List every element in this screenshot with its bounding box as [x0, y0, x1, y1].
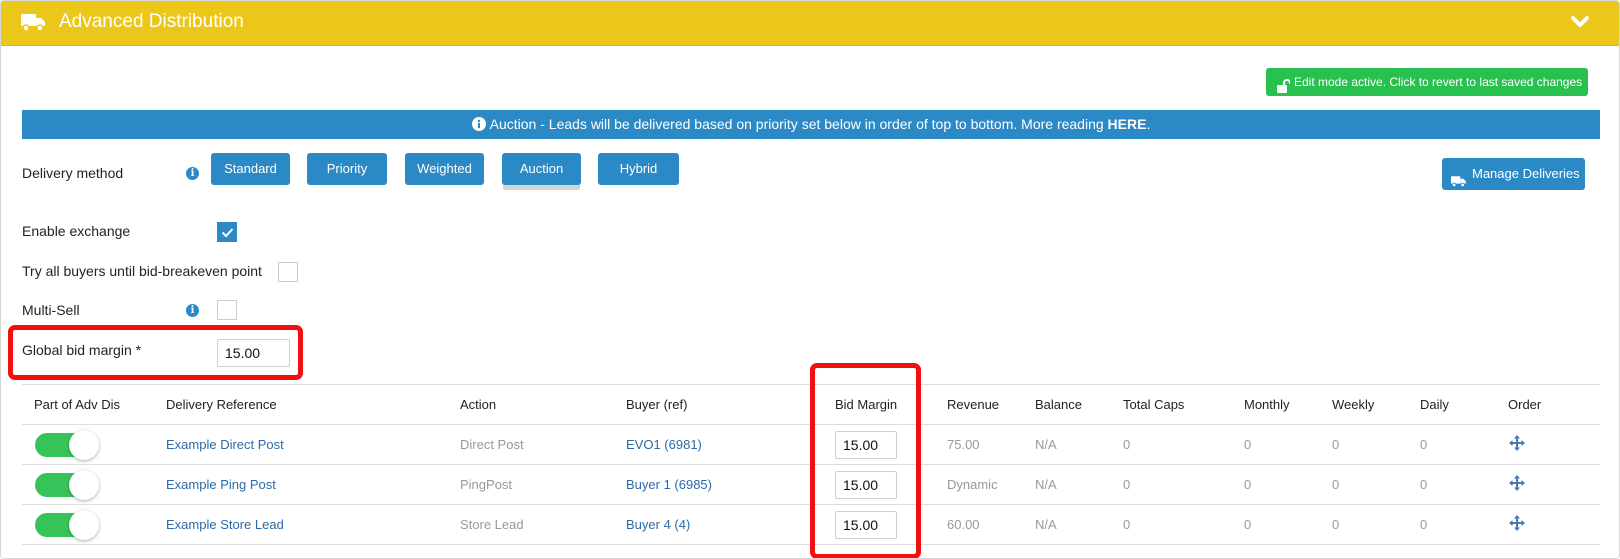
banner-here-link[interactable]: HERE: [1108, 116, 1147, 132]
buyer-ref[interactable]: Buyer 4 (4): [626, 504, 823, 545]
col-action: Action: [460, 384, 626, 425]
panel-title: Advanced Distribution: [59, 11, 244, 32]
balance-cell: N/A: [1035, 504, 1123, 545]
bid-margin-input[interactable]: 15.00: [835, 510, 897, 539]
monthly-cell: 0: [1244, 424, 1332, 465]
multi-sell-label: Multi-Sell: [22, 302, 80, 318]
col-total-caps: Total Caps: [1123, 384, 1244, 425]
action-cell: Direct Post: [460, 424, 626, 465]
unlock-icon: [1276, 75, 1291, 103]
weekly-cell: 0: [1332, 504, 1420, 545]
table-row: Example Store Lead Store Lead Buyer 4 (4…: [22, 504, 1600, 545]
table-row: Example Ping Post PingPost Buyer 1 (6985…: [22, 464, 1600, 505]
move-icon[interactable]: [1508, 514, 1526, 535]
check-icon: [221, 228, 234, 238]
daily-cell: 0: [1420, 504, 1508, 545]
method-hybrid-button[interactable]: Hybrid: [598, 153, 679, 185]
edit-mode-button[interactable]: Edit mode active. Click to revert to las…: [1266, 68, 1588, 96]
balance-cell: N/A: [1035, 464, 1123, 505]
col-bid-margin: Bid Margin: [823, 384, 947, 425]
distribution-table: Part of Adv Dis Delivery Reference Actio…: [22, 384, 1600, 545]
col-weekly: Weekly: [1332, 384, 1420, 425]
col-buyer-ref: Buyer (ref): [626, 384, 823, 425]
global-bid-margin-input[interactable]: 15.00: [217, 339, 290, 367]
revenue-cell: 60.00: [947, 504, 1035, 545]
truck-icon: [1451, 168, 1467, 200]
bid-margin-input[interactable]: 15.00: [835, 430, 897, 459]
manage-deliveries-label: Manage Deliveries: [1472, 166, 1580, 181]
try-all-buyers-checkbox[interactable]: [278, 262, 298, 282]
col-balance: Balance: [1035, 384, 1123, 425]
info-icon: [471, 112, 486, 141]
weekly-cell: 0: [1332, 464, 1420, 505]
delivery-reference[interactable]: Example Store Lead: [166, 504, 460, 545]
col-revenue: Revenue: [947, 384, 1035, 425]
banner-text: Auction - Leads will be delivered based …: [489, 116, 1108, 132]
multi-sell-info-icon[interactable]: i: [186, 304, 199, 317]
chevron-down-icon[interactable]: [1571, 15, 1589, 34]
col-delivery-reference: Delivery Reference: [166, 384, 460, 425]
method-priority-button[interactable]: Priority: [307, 153, 387, 185]
manage-deliveries-button[interactable]: Manage Deliveries: [1442, 158, 1585, 190]
part-of-adv-dis-toggle[interactable]: [35, 469, 99, 500]
buyer-ref[interactable]: EVO1 (6981): [626, 424, 823, 465]
balance-cell: N/A: [1035, 424, 1123, 465]
enable-exchange-label: Enable exchange: [22, 223, 131, 239]
enable-exchange-checkbox[interactable]: [217, 222, 237, 242]
col-monthly: Monthly: [1244, 384, 1332, 425]
col-part-of-adv-dis: Part of Adv Dis: [22, 384, 166, 425]
panel-header[interactable]: Advanced Distribution: [1, 1, 1619, 46]
method-weighted-button[interactable]: Weighted: [405, 153, 484, 185]
action-cell: PingPost: [460, 464, 626, 505]
try-all-buyers-label: Try all buyers until bid-breakeven point: [22, 263, 262, 279]
total-caps-cell: 0: [1123, 504, 1244, 545]
total-caps-cell: 0: [1123, 464, 1244, 505]
edit-mode-label: Edit mode active. Click to revert to las…: [1294, 75, 1583, 89]
delivery-method-label: Delivery method: [22, 165, 124, 181]
global-bid-margin-label: Global bid margin *: [22, 342, 142, 358]
method-auction-button[interactable]: Auction: [502, 153, 581, 185]
multi-sell-checkbox[interactable]: [217, 300, 237, 320]
truck-icon: [21, 12, 47, 38]
part-of-adv-dis-toggle[interactable]: [35, 509, 99, 540]
bid-margin-input[interactable]: 15.00: [835, 470, 897, 499]
revenue-cell: 75.00: [947, 424, 1035, 465]
banner-tail: .: [1146, 116, 1151, 132]
move-icon[interactable]: [1508, 474, 1526, 495]
buyer-ref[interactable]: Buyer 1 (6985): [626, 464, 823, 505]
weekly-cell: 0: [1332, 424, 1420, 465]
monthly-cell: 0: [1244, 504, 1332, 545]
action-cell: Store Lead: [460, 504, 626, 545]
delivery-reference[interactable]: Example Ping Post: [166, 464, 460, 505]
col-daily: Daily: [1420, 384, 1508, 425]
delivery-reference[interactable]: Example Direct Post: [166, 424, 460, 465]
daily-cell: 0: [1420, 464, 1508, 505]
advanced-distribution-panel: Advanced Distribution Edit mode active. …: [0, 0, 1620, 559]
table-header-row: Part of Adv Dis Delivery Reference Actio…: [22, 384, 1600, 425]
total-caps-cell: 0: [1123, 424, 1244, 465]
part-of-adv-dis-toggle[interactable]: [35, 429, 99, 460]
method-standard-button[interactable]: Standard: [211, 153, 290, 185]
revenue-cell: Dynamic: [947, 464, 1035, 505]
daily-cell: 0: [1420, 424, 1508, 465]
auction-info-banner: Auction - Leads will be delivered based …: [22, 110, 1600, 139]
monthly-cell: 0: [1244, 464, 1332, 505]
col-order: Order: [1508, 384, 1600, 425]
move-icon[interactable]: [1508, 434, 1526, 455]
table-row: Example Direct Post Direct Post EVO1 (69…: [22, 424, 1600, 465]
delivery-method-info-icon[interactable]: i: [186, 167, 199, 180]
